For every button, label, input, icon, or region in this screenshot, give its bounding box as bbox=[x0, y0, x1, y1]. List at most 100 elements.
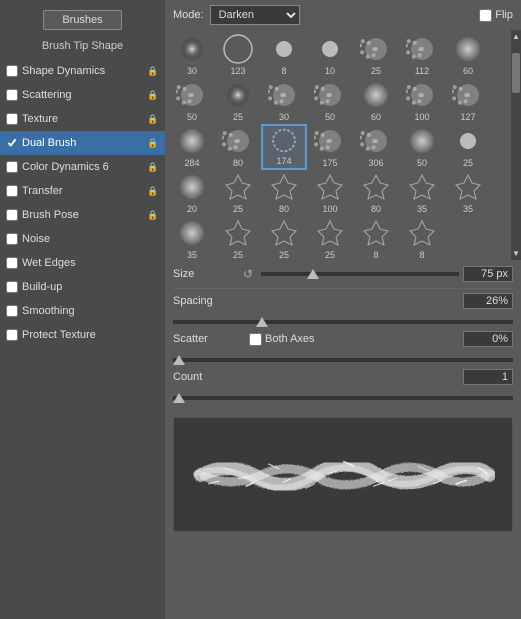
brush-cell-3[interactable]: 10 bbox=[307, 32, 353, 78]
checkbox-texture[interactable] bbox=[6, 113, 18, 125]
brush-cell-29[interactable]: 25 bbox=[215, 216, 261, 260]
sidebar-item-noise[interactable]: Noise bbox=[0, 227, 165, 251]
count-row: Count bbox=[173, 369, 513, 385]
sidebar-item-protect-texture[interactable]: Protect Texture bbox=[0, 323, 165, 347]
sidebar-item-dual-brush[interactable]: Dual Brush🔒 bbox=[0, 131, 165, 155]
flip-checkbox[interactable] bbox=[479, 9, 492, 22]
brush-cell-14[interactable]: 284 bbox=[169, 124, 215, 170]
brush-cell-18[interactable]: 306 bbox=[353, 124, 399, 170]
sidebar-item-shape-dynamics[interactable]: Shape Dynamics🔒 bbox=[0, 59, 165, 83]
checkbox-wet-edges[interactable] bbox=[6, 257, 18, 269]
brush-cell-8[interactable]: 25 bbox=[215, 78, 261, 124]
scatter-slider-row bbox=[173, 353, 513, 365]
controls-area: Size ↺ Spacing Scatter Both Axes bbox=[165, 260, 521, 411]
brush-cell-34[interactable] bbox=[445, 216, 491, 260]
count-label: Count bbox=[173, 371, 243, 383]
brush-cell-11[interactable]: 60 bbox=[353, 78, 399, 124]
scroll-up-icon[interactable]: ▲ bbox=[510, 30, 521, 43]
brush-cell-2[interactable]: 8 bbox=[261, 32, 307, 78]
brush-cell-21[interactable]: 20 bbox=[169, 170, 215, 216]
brush-cell-19[interactable]: 50 bbox=[399, 124, 445, 170]
brush-size-7: 50 bbox=[187, 112, 197, 122]
count-slider[interactable] bbox=[173, 396, 513, 400]
scatter-value[interactable] bbox=[463, 331, 513, 347]
scroll-thumb[interactable] bbox=[512, 53, 520, 93]
label-color-dynamics: Color Dynamics 6 bbox=[22, 161, 147, 173]
checkbox-brush-pose[interactable] bbox=[6, 209, 18, 221]
lock-icon-transfer[interactable]: 🔒 bbox=[147, 185, 159, 197]
flip-label: Flip bbox=[495, 9, 513, 21]
spacing-row: Spacing bbox=[173, 293, 513, 309]
both-axes-checkbox[interactable] bbox=[249, 333, 262, 346]
brush-cell-25[interactable]: 80 bbox=[353, 170, 399, 216]
checkbox-build-up[interactable] bbox=[6, 281, 18, 293]
brush-size-24: 100 bbox=[322, 204, 337, 214]
checkbox-color-dynamics[interactable] bbox=[6, 161, 18, 173]
lock-icon-scattering[interactable]: 🔒 bbox=[147, 89, 159, 101]
brush-grid-wrapper: 3012381025112605025305060100127284801741… bbox=[165, 30, 521, 260]
scroll-down-icon[interactable]: ▼ bbox=[510, 247, 521, 260]
checkbox-transfer[interactable] bbox=[6, 185, 18, 197]
right-panel: Mode: NormalDissolveDarkenMultiplyColor … bbox=[165, 0, 521, 619]
checkbox-dual-brush[interactable] bbox=[6, 137, 18, 149]
checkbox-noise[interactable] bbox=[6, 233, 18, 245]
sidebar-item-texture[interactable]: Texture🔒 bbox=[0, 107, 165, 131]
lock-icon-shape-dynamics[interactable]: 🔒 bbox=[147, 65, 159, 77]
size-slider[interactable] bbox=[261, 272, 459, 276]
brush-cell-10[interactable]: 50 bbox=[307, 78, 353, 124]
lock-icon-dual-brush[interactable]: 🔒 bbox=[147, 137, 159, 149]
brush-cell-7[interactable]: 50 bbox=[169, 78, 215, 124]
brush-cell-30[interactable]: 25 bbox=[261, 216, 307, 260]
sidebar-item-build-up[interactable]: Build-up bbox=[0, 275, 165, 299]
count-value[interactable] bbox=[463, 369, 513, 385]
label-noise: Noise bbox=[22, 233, 159, 245]
spacing-value[interactable] bbox=[463, 293, 513, 309]
sidebar-item-scattering[interactable]: Scattering🔒 bbox=[0, 83, 165, 107]
brush-cell-5[interactable]: 112 bbox=[399, 32, 445, 78]
mode-select[interactable]: NormalDissolveDarkenMultiplyColor BurnLi… bbox=[210, 5, 300, 25]
brush-cell-27[interactable]: 35 bbox=[445, 170, 491, 216]
brush-cell-28[interactable]: 35 bbox=[169, 216, 215, 260]
brush-size-23: 80 bbox=[279, 204, 289, 214]
brush-cell-20[interactable]: 25 bbox=[445, 124, 491, 170]
brush-cell-22[interactable]: 25 bbox=[215, 170, 261, 216]
sidebar-item-wet-edges[interactable]: Wet Edges bbox=[0, 251, 165, 275]
sidebar-item-transfer[interactable]: Transfer🔒 bbox=[0, 179, 165, 203]
brush-cell-24[interactable]: 100 bbox=[307, 170, 353, 216]
brush-cell-31[interactable]: 25 bbox=[307, 216, 353, 260]
checkbox-scattering[interactable] bbox=[6, 89, 18, 101]
brush-cell-1[interactable]: 123 bbox=[215, 32, 261, 78]
sidebar-item-color-dynamics[interactable]: Color Dynamics 6🔒 bbox=[0, 155, 165, 179]
brush-cell-17[interactable]: 175 bbox=[307, 124, 353, 170]
brush-cell-6[interactable]: 60 bbox=[445, 32, 491, 78]
lock-icon-color-dynamics[interactable]: 🔒 bbox=[147, 161, 159, 173]
brush-size-1: 123 bbox=[230, 66, 245, 76]
brush-size-15: 80 bbox=[233, 158, 243, 168]
brush-cell-13[interactable]: 127 bbox=[445, 78, 491, 124]
brush-cell-4[interactable]: 25 bbox=[353, 32, 399, 78]
reset-size-icon[interactable]: ↺ bbox=[243, 267, 253, 281]
brush-cell-23[interactable]: 80 bbox=[261, 170, 307, 216]
lock-icon-brush-pose[interactable]: 🔒 bbox=[147, 209, 159, 221]
sidebar-item-smoothing[interactable]: Smoothing bbox=[0, 299, 165, 323]
brush-cell-26[interactable]: 35 bbox=[399, 170, 445, 216]
scatter-row: Scatter Both Axes bbox=[173, 331, 513, 347]
brush-cell-33[interactable]: 8 bbox=[399, 216, 445, 260]
brush-cell-16[interactable]: 174 bbox=[261, 124, 307, 170]
brush-cell-15[interactable]: 80 bbox=[215, 124, 261, 170]
brush-cell-0[interactable]: 30 bbox=[169, 32, 215, 78]
checkbox-shape-dynamics[interactable] bbox=[6, 65, 18, 77]
checkbox-smoothing[interactable] bbox=[6, 305, 18, 317]
brush-cell-9[interactable]: 30 bbox=[261, 78, 307, 124]
lock-icon-texture[interactable]: 🔒 bbox=[147, 113, 159, 125]
checkbox-protect-texture[interactable] bbox=[6, 329, 18, 341]
brush-cell-32[interactable]: 8 bbox=[353, 216, 399, 260]
size-value[interactable] bbox=[463, 266, 513, 282]
sidebar: Brushes Brush Tip Shape Shape Dynamics🔒S… bbox=[0, 0, 165, 619]
brushes-button[interactable]: Brushes bbox=[43, 10, 121, 30]
sidebar-item-brush-pose[interactable]: Brush Pose🔒 bbox=[0, 203, 165, 227]
spacing-slider[interactable] bbox=[173, 320, 513, 324]
brush-cell-12[interactable]: 100 bbox=[399, 78, 445, 124]
scatter-slider[interactable] bbox=[173, 358, 513, 362]
app-container: Brushes Brush Tip Shape Shape Dynamics🔒S… bbox=[0, 0, 521, 619]
